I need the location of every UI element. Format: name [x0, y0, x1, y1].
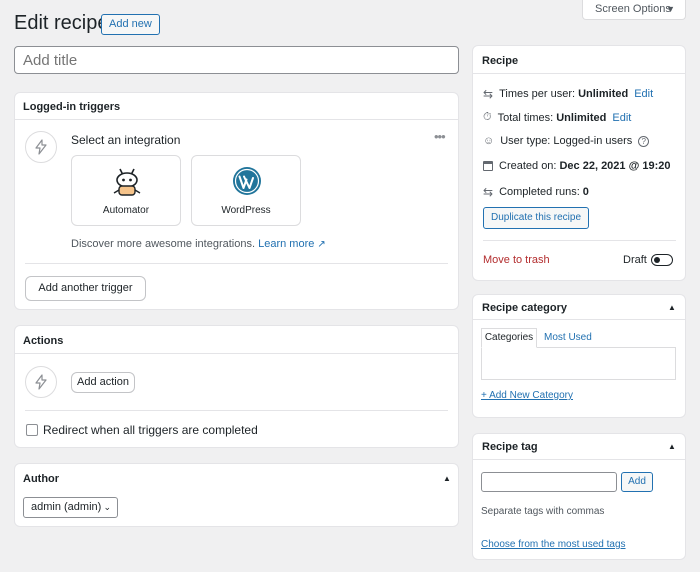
- actions-footer-divider: [25, 410, 448, 411]
- tab-categories-label: Categories: [484, 332, 534, 343]
- external-link-icon: ↗: [317, 239, 326, 250]
- recipe-title-input[interactable]: [14, 46, 459, 74]
- repeat-icon: ⇆: [483, 185, 494, 199]
- user-type-label: User type:: [500, 135, 551, 147]
- add-another-trigger-button[interactable]: Add another trigger: [25, 276, 146, 301]
- add-new-category-link[interactable]: + Add New Category: [481, 390, 573, 401]
- caret-down-icon: ▼: [666, 4, 675, 14]
- completed-runs-value: 0: [582, 186, 589, 198]
- user-type-value: Logged-in users: [553, 135, 633, 147]
- toggle-knob: [654, 257, 660, 263]
- actions-header-divider: [15, 353, 458, 354]
- choose-most-used-tags-link[interactable]: Choose from the most used tags: [481, 539, 626, 550]
- integration-name-automator: Automator: [102, 205, 150, 216]
- integration-card-wordpress[interactable]: WordPress: [191, 155, 301, 226]
- wordpress-logo-icon: [233, 167, 261, 195]
- discover-text: Discover more awesome integrations.: [71, 238, 256, 250]
- recipe-heading: Recipe: [482, 55, 519, 67]
- stopwatch-icon: ⏱: [483, 111, 492, 123]
- redirect-label: Redirect when all triggers are completed: [43, 423, 258, 437]
- screen-options-button[interactable]: Screen Options ▼: [582, 0, 686, 20]
- author-select-value: admin (admin): [31, 501, 102, 513]
- tag-input[interactable]: [481, 472, 617, 492]
- chevron-down-icon: ⌄: [103, 502, 111, 512]
- add-action-button[interactable]: Add action: [71, 372, 135, 393]
- actions-panel: Actions Add action Redirect when all tri…: [14, 325, 459, 448]
- trigger-bolt-icon: [25, 131, 57, 163]
- author-panel: Author ▲ admin (admin) ⌄: [14, 463, 459, 527]
- automator-robot-icon: [113, 168, 141, 196]
- edit-total-times-link[interactable]: Edit: [612, 112, 631, 124]
- tag-heading: Recipe tag: [482, 441, 538, 453]
- move-to-trash-link[interactable]: Move to trash: [483, 254, 550, 266]
- recipe-header-divider: [473, 73, 685, 74]
- integration-name-wordpress: WordPress: [221, 205, 271, 216]
- author-select[interactable]: admin (admin) ⌄: [23, 497, 118, 518]
- collapse-category-icon[interactable]: ▲: [668, 303, 676, 312]
- total-times-value: Unlimited: [556, 111, 607, 124]
- completed-runs-label: Completed runs:: [499, 186, 580, 198]
- repeat-icon: ⇆: [483, 87, 494, 101]
- tab-most-used-label: Most Used: [544, 332, 592, 343]
- triggers-heading: Logged-in triggers: [23, 101, 121, 113]
- created-on-label: Created on:: [499, 160, 557, 172]
- times-per-user-label: Times per user:: [499, 88, 576, 100]
- duplicate-recipe-button[interactable]: Duplicate this recipe: [483, 207, 589, 229]
- status-label: Draft: [623, 254, 647, 266]
- discover-text-row: Discover more awesome integrations. Lear…: [71, 238, 326, 250]
- times-per-user-row: ⇆ Times per user: Unlimited Edit: [483, 87, 653, 101]
- completed-runs-row: ⇆ Completed runs: 0: [483, 185, 589, 199]
- triggers-panel: Logged-in triggers Select an integration…: [14, 92, 459, 310]
- tag-header-divider: [473, 459, 685, 460]
- recipe-actions-divider: [483, 240, 676, 241]
- page-title: Edit recipe: [14, 12, 109, 34]
- tag-hint: Separate tags with commas: [481, 506, 605, 517]
- add-tag-button[interactable]: Add: [621, 472, 653, 492]
- category-heading: Recipe category: [482, 302, 567, 314]
- collapse-author-icon[interactable]: ▲: [443, 474, 451, 483]
- category-box: [481, 347, 676, 380]
- screen-options-label: Screen Options: [595, 3, 671, 15]
- more-options-icon[interactable]: •••: [434, 129, 446, 144]
- redirect-checkbox[interactable]: [26, 424, 38, 436]
- total-times-label: Total times:: [497, 111, 554, 124]
- action-bolt-icon: [25, 366, 57, 398]
- user-secret-icon: ☺: [483, 135, 495, 147]
- triggers-header-divider: [15, 119, 458, 120]
- select-integration-label: Select an integration: [71, 133, 181, 147]
- actions-heading: Actions: [23, 335, 64, 347]
- user-type-row: ☺ User type: Logged-in users ?: [483, 135, 650, 147]
- tab-most-used[interactable]: Most Used: [544, 332, 592, 343]
- integration-card-automator[interactable]: Automator: [71, 155, 181, 226]
- draft-toggle[interactable]: [651, 254, 673, 266]
- add-new-button[interactable]: Add new: [101, 14, 160, 35]
- calendar-icon: [483, 161, 493, 171]
- learn-more-link[interactable]: Learn more: [258, 238, 314, 250]
- help-icon[interactable]: ?: [638, 135, 650, 147]
- author-heading: Author: [23, 473, 60, 485]
- collapse-tag-icon[interactable]: ▲: [668, 442, 676, 451]
- edit-times-per-user-link[interactable]: Edit: [634, 88, 653, 100]
- triggers-footer-divider: [25, 263, 448, 264]
- tab-categories[interactable]: Categories: [481, 328, 537, 348]
- times-per-user-value: Unlimited: [578, 88, 629, 100]
- category-header-divider: [473, 319, 685, 320]
- created-on-row: Created on: Dec 22, 2021 @ 19:20: [483, 160, 671, 172]
- total-times-row: ⏱ Total times: Unlimited Edit: [483, 111, 631, 124]
- created-on-value: Dec 22, 2021 @ 19:20: [559, 160, 671, 172]
